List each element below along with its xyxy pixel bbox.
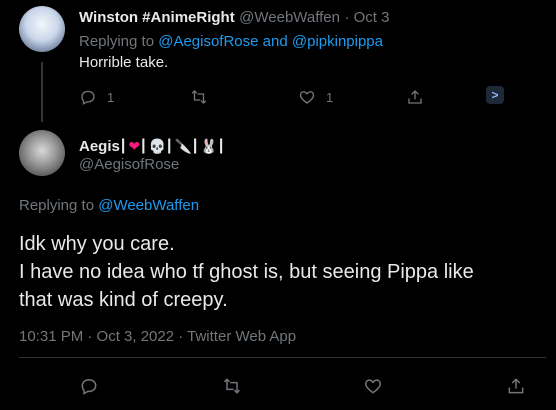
tweet1-handle[interactable]: @WeebWaffen xyxy=(239,9,340,26)
name-separator: | xyxy=(141,137,146,154)
replying-user-pippa[interactable]: @pipkinpippa xyxy=(292,33,383,50)
tweet1-share-action[interactable] xyxy=(406,88,424,106)
reply-icon xyxy=(81,90,95,105)
tweet2-name-row[interactable]: Aegis | ❤ | 💀 | 🔪 | 🐰 | xyxy=(79,137,224,155)
tweet1-replying-to: Replying to @AegisofRose and @pipkinpipp… xyxy=(79,33,383,50)
tweet1-reply-action[interactable]: 1 xyxy=(79,88,114,106)
replying-prefix: Replying to xyxy=(19,197,95,214)
tweet1-display-name[interactable]: Winston #AnimeRight xyxy=(79,9,235,26)
rabbit-emoji-icon: 🐰 xyxy=(200,137,218,154)
promote-icon[interactable]: > xyxy=(486,86,504,104)
action-divider xyxy=(19,357,546,358)
tweet2-text-line: that was kind of creepy. xyxy=(19,289,228,311)
name-separator: | xyxy=(120,137,126,154)
share-icon xyxy=(508,378,524,394)
retweet-icon xyxy=(223,378,241,394)
tweet1-header: Winston #AnimeRight @WeebWaffen · Oct 3 xyxy=(79,9,389,27)
tweet2-share-button[interactable] xyxy=(506,376,526,401)
replying-user-aegis[interactable]: @AegisofRose xyxy=(158,33,258,50)
tweet1-like-action[interactable]: 1 xyxy=(298,88,333,106)
tweet2-display-name[interactable]: Aegis xyxy=(79,138,120,155)
replying-and: and xyxy=(262,33,288,50)
skull-emoji-icon: 💀 xyxy=(148,137,166,154)
retweet-icon xyxy=(191,90,207,104)
tweet1-like-count: 1 xyxy=(326,89,334,105)
winston-avatar[interactable] xyxy=(19,6,65,52)
replying-prefix: Replying to xyxy=(79,33,155,50)
aegis-avatar[interactable] xyxy=(19,130,65,176)
tweet2-text-line: Idk why you care. xyxy=(19,233,175,255)
tweet2-text: Idk why you care. I have no idea who tf … xyxy=(19,230,549,314)
tweet2-replying-to: Replying to @WeebWaffen xyxy=(19,197,199,214)
replying-user-weebwaffen[interactable]: @WeebWaffen xyxy=(98,197,199,214)
reply-icon xyxy=(81,378,97,395)
like-icon xyxy=(365,379,381,394)
tweet2-reply-button[interactable] xyxy=(79,376,99,401)
tweet2-timestamp[interactable]: 10:31 PM · Oct 3, 2022 · Twitter Web App xyxy=(19,328,296,345)
name-separator: | xyxy=(167,137,172,154)
share-icon xyxy=(408,90,422,104)
heart-emoji-icon: ❤ xyxy=(128,137,141,154)
tweet1-text: Horrible take. xyxy=(79,54,169,71)
tweet2-like-button[interactable] xyxy=(363,376,383,401)
tweet1-reply-count: 1 xyxy=(107,89,115,105)
tweet2-text-line: I have no idea who tf ghost is, but seei… xyxy=(19,261,474,283)
like-icon xyxy=(299,91,315,104)
name-separator: | xyxy=(218,137,224,154)
name-separator: | xyxy=(192,137,198,154)
tweet2-handle[interactable]: @AegisofRose xyxy=(79,156,179,173)
tweet2-retweet-button[interactable] xyxy=(222,376,242,401)
tweet1-retweet-action[interactable] xyxy=(190,88,208,106)
thread-connector-line xyxy=(41,62,43,122)
knife-emoji-icon: 🔪 xyxy=(174,137,192,154)
tweet1-time[interactable]: · Oct 3 xyxy=(344,9,389,26)
